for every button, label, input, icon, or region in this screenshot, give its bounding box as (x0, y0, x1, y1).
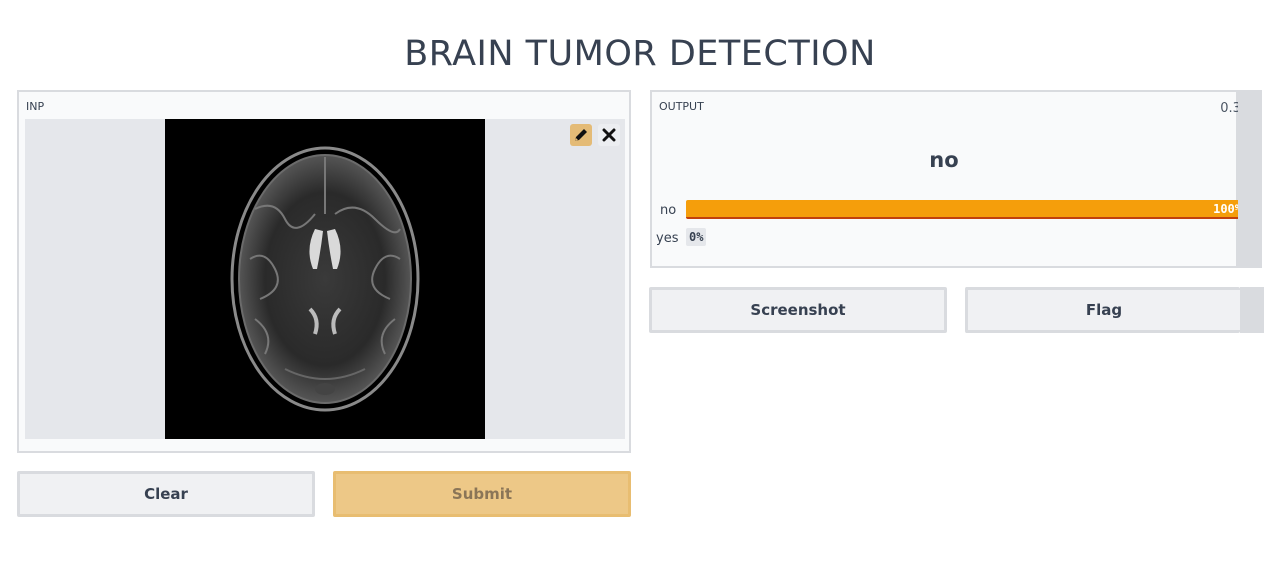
confidence-bar (686, 200, 1246, 219)
page-title: BRAIN TUMOR DETECTION (404, 34, 876, 74)
flag-options-strip[interactable] (1240, 287, 1264, 333)
close-icon (602, 128, 616, 142)
edit-button[interactable] (570, 124, 592, 146)
close-image-button[interactable] (598, 124, 620, 146)
submit-button[interactable]: Submit (333, 471, 631, 517)
confidence-percent: 0% (686, 228, 707, 246)
pencil-icon (575, 129, 587, 141)
prediction-label: no (929, 148, 959, 172)
screenshot-button[interactable]: Screenshot (649, 287, 947, 333)
mri-image (165, 119, 485, 439)
scrollbar[interactable] (1238, 90, 1262, 268)
output-panel: OUTPUT 0.39s no no 100% yes 0% (650, 90, 1256, 268)
image-upload-area[interactable] (25, 119, 625, 439)
confidence-label: no (660, 203, 677, 218)
confidence-label: yes (656, 231, 679, 246)
flag-button[interactable]: Flag (965, 287, 1240, 333)
input-label: INP (26, 100, 45, 113)
input-panel: INP (17, 90, 631, 453)
output-label: OUTPUT (659, 100, 704, 113)
confidence-row-no: no 100% (652, 200, 1246, 220)
clear-button[interactable]: Clear (17, 471, 315, 517)
confidence-row-yes: yes 0% (652, 228, 1236, 248)
